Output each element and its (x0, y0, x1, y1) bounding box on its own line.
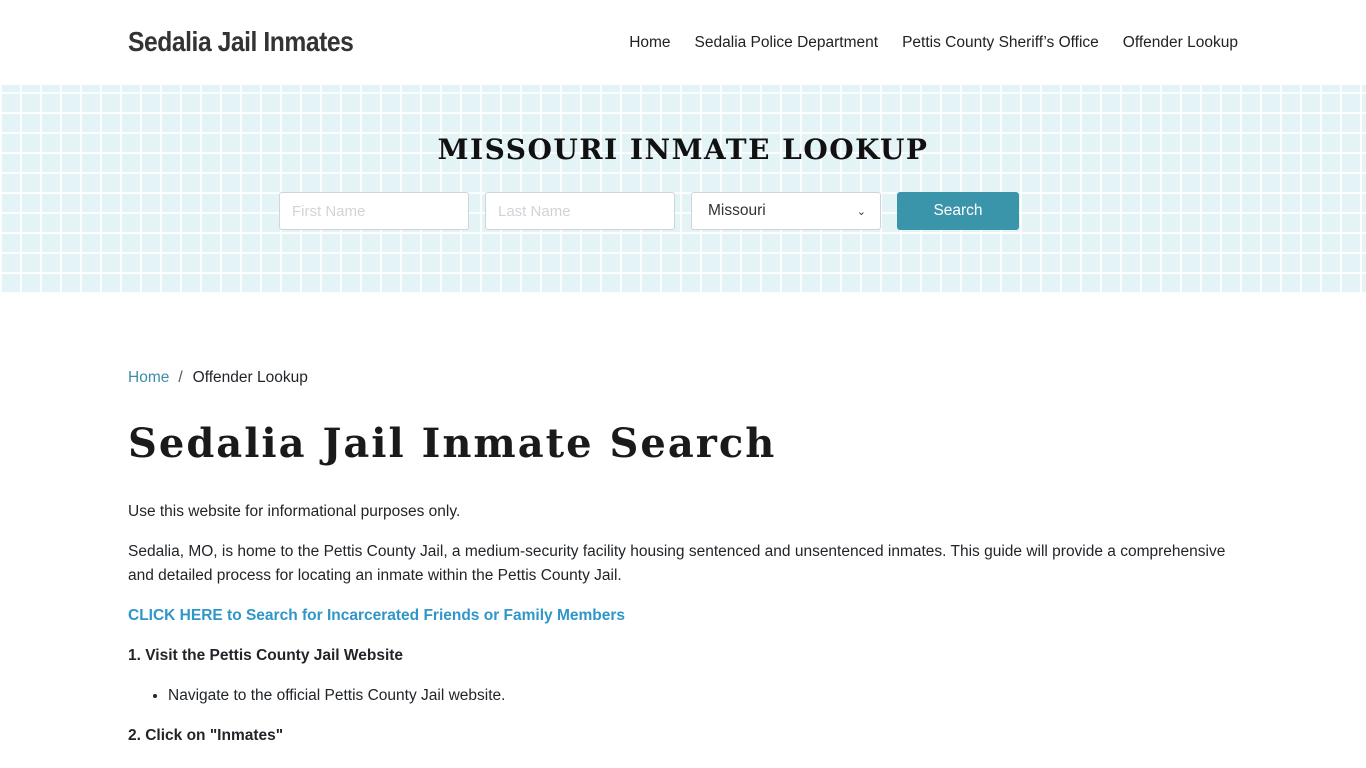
hero-title: MISSOURI INMATE LOOKUP (437, 133, 929, 166)
step-heading: 1. Visit the Pettis County Jail Website (128, 647, 404, 664)
state-select[interactable]: Missouri ⌄ (691, 192, 881, 230)
search-button[interactable]: Search (897, 192, 1019, 230)
breadcrumb-current: Offender Lookup (192, 369, 308, 386)
search-family-link[interactable]: CLICK HERE to Search for Incarcerated Fr… (128, 607, 625, 624)
intro-text: Use this website for informational purpo… (128, 503, 461, 520)
nav-pettis-county-sheriffs-office[interactable]: Pettis County Sheriff’s Office (902, 34, 1099, 52)
breadcrumb-home[interactable]: Home (128, 369, 169, 387)
breadcrumb-separator: / (178, 369, 183, 386)
nav-home[interactable]: Home (629, 34, 670, 52)
breadcrumb: Home / Offender Lookup (128, 369, 308, 387)
step-bullet: Navigate to the official Pettis County J… (168, 684, 1238, 708)
first-name-input[interactable] (279, 192, 469, 230)
nav-sedalia-police-department[interactable]: Sedalia Police Department (695, 34, 879, 52)
main-nav: Home Sedalia Police Department Pettis Co… (605, 34, 1238, 52)
main-content: Use this website for informational purpo… (128, 500, 1238, 764)
description-text: Sedalia, MO, is home to the Pettis Count… (128, 543, 1226, 584)
step-list: Navigate to the official Pettis County J… (168, 684, 1238, 708)
inmate-lookup-hero: MISSOURI INMATE LOOKUP Missouri ⌄ Search (0, 85, 1366, 294)
site-header: Sedalia Jail Inmates Home Sedalia Police… (0, 0, 1366, 85)
inmate-search-form: Missouri ⌄ Search (279, 192, 1019, 230)
page-title: Sedalia Jail Inmate Search (128, 420, 777, 467)
last-name-input[interactable] (485, 192, 675, 230)
nav-offender-lookup[interactable]: Offender Lookup (1123, 34, 1238, 52)
chevron-down-icon: ⌄ (856, 205, 866, 218)
step-heading: 2. Click on "Inmates" (128, 727, 284, 744)
site-logo[interactable]: Sedalia Jail Inmates (128, 26, 354, 58)
state-select-value: Missouri (708, 202, 766, 219)
